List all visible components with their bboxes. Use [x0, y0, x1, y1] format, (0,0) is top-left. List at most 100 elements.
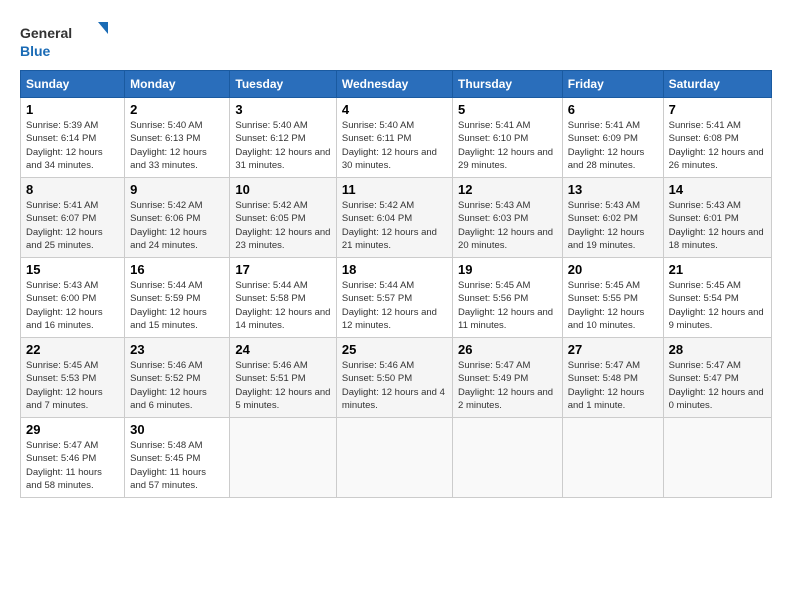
- weekday-header: Saturday: [663, 71, 771, 98]
- calendar-day-cell: 4 Sunrise: 5:40 AMSunset: 6:11 PMDayligh…: [336, 98, 452, 178]
- day-info: Sunrise: 5:40 AMSunset: 6:12 PMDaylight:…: [235, 120, 330, 171]
- day-info: Sunrise: 5:45 AMSunset: 5:53 PMDaylight:…: [26, 360, 103, 411]
- calendar-day-cell: 19 Sunrise: 5:45 AMSunset: 5:56 PMDaylig…: [453, 258, 563, 338]
- calendar-week-row: 22 Sunrise: 5:45 AMSunset: 5:53 PMDaylig…: [21, 338, 772, 418]
- calendar-week-row: 1 Sunrise: 5:39 AMSunset: 6:14 PMDayligh…: [21, 98, 772, 178]
- day-info: Sunrise: 5:45 AMSunset: 5:56 PMDaylight:…: [458, 280, 553, 331]
- calendar-day-cell: 22 Sunrise: 5:45 AMSunset: 5:53 PMDaylig…: [21, 338, 125, 418]
- weekday-header: Thursday: [453, 71, 563, 98]
- day-info: Sunrise: 5:46 AMSunset: 5:50 PMDaylight:…: [342, 360, 445, 411]
- calendar-day-cell: 7 Sunrise: 5:41 AMSunset: 6:08 PMDayligh…: [663, 98, 771, 178]
- calendar-week-row: 8 Sunrise: 5:41 AMSunset: 6:07 PMDayligh…: [21, 178, 772, 258]
- day-number: 10: [235, 182, 330, 197]
- page-header: General Blue: [20, 20, 772, 62]
- weekday-header: Monday: [125, 71, 230, 98]
- day-number: 21: [669, 262, 766, 277]
- calendar-day-cell: [336, 418, 452, 498]
- day-number: 17: [235, 262, 330, 277]
- general-blue-logo: General Blue: [20, 20, 110, 62]
- day-number: 15: [26, 262, 119, 277]
- calendar-day-cell: 21 Sunrise: 5:45 AMSunset: 5:54 PMDaylig…: [663, 258, 771, 338]
- calendar-day-cell: 20 Sunrise: 5:45 AMSunset: 5:55 PMDaylig…: [562, 258, 663, 338]
- calendar-day-cell: 26 Sunrise: 5:47 AMSunset: 5:49 PMDaylig…: [453, 338, 563, 418]
- day-number: 26: [458, 342, 557, 357]
- day-info: Sunrise: 5:47 AMSunset: 5:46 PMDaylight:…: [26, 440, 102, 491]
- day-info: Sunrise: 5:46 AMSunset: 5:52 PMDaylight:…: [130, 360, 207, 411]
- calendar-day-cell: 13 Sunrise: 5:43 AMSunset: 6:02 PMDaylig…: [562, 178, 663, 258]
- day-info: Sunrise: 5:45 AMSunset: 5:55 PMDaylight:…: [568, 280, 645, 331]
- calendar-day-cell: 1 Sunrise: 5:39 AMSunset: 6:14 PMDayligh…: [21, 98, 125, 178]
- calendar-day-cell: 30 Sunrise: 5:48 AMSunset: 5:45 PMDaylig…: [125, 418, 230, 498]
- day-number: 22: [26, 342, 119, 357]
- day-info: Sunrise: 5:40 AMSunset: 6:13 PMDaylight:…: [130, 120, 207, 171]
- weekday-header: Wednesday: [336, 71, 452, 98]
- day-number: 3: [235, 102, 330, 117]
- day-number: 29: [26, 422, 119, 437]
- day-info: Sunrise: 5:44 AMSunset: 5:59 PMDaylight:…: [130, 280, 207, 331]
- day-info: Sunrise: 5:42 AMSunset: 6:06 PMDaylight:…: [130, 200, 207, 251]
- day-number: 30: [130, 422, 224, 437]
- calendar-day-cell: 27 Sunrise: 5:47 AMSunset: 5:48 PMDaylig…: [562, 338, 663, 418]
- calendar-week-row: 29 Sunrise: 5:47 AMSunset: 5:46 PMDaylig…: [21, 418, 772, 498]
- logo: General Blue: [20, 20, 110, 62]
- calendar-day-cell: 18 Sunrise: 5:44 AMSunset: 5:57 PMDaylig…: [336, 258, 452, 338]
- day-info: Sunrise: 5:43 AMSunset: 6:03 PMDaylight:…: [458, 200, 553, 251]
- day-number: 28: [669, 342, 766, 357]
- weekday-header-row: SundayMondayTuesdayWednesdayThursdayFrid…: [21, 71, 772, 98]
- day-number: 25: [342, 342, 447, 357]
- day-number: 20: [568, 262, 658, 277]
- day-number: 11: [342, 182, 447, 197]
- day-info: Sunrise: 5:47 AMSunset: 5:47 PMDaylight:…: [669, 360, 764, 411]
- day-info: Sunrise: 5:44 AMSunset: 5:58 PMDaylight:…: [235, 280, 330, 331]
- calendar-table: SundayMondayTuesdayWednesdayThursdayFrid…: [20, 70, 772, 498]
- calendar-day-cell: 3 Sunrise: 5:40 AMSunset: 6:12 PMDayligh…: [230, 98, 336, 178]
- calendar-day-cell: 29 Sunrise: 5:47 AMSunset: 5:46 PMDaylig…: [21, 418, 125, 498]
- day-info: Sunrise: 5:39 AMSunset: 6:14 PMDaylight:…: [26, 120, 103, 171]
- calendar-week-row: 15 Sunrise: 5:43 AMSunset: 6:00 PMDaylig…: [21, 258, 772, 338]
- calendar-day-cell: [562, 418, 663, 498]
- day-info: Sunrise: 5:41 AMSunset: 6:10 PMDaylight:…: [458, 120, 553, 171]
- calendar-day-cell: 6 Sunrise: 5:41 AMSunset: 6:09 PMDayligh…: [562, 98, 663, 178]
- day-info: Sunrise: 5:43 AMSunset: 6:02 PMDaylight:…: [568, 200, 645, 251]
- day-info: Sunrise: 5:42 AMSunset: 6:05 PMDaylight:…: [235, 200, 330, 251]
- day-info: Sunrise: 5:40 AMSunset: 6:11 PMDaylight:…: [342, 120, 437, 171]
- day-number: 18: [342, 262, 447, 277]
- svg-text:General: General: [20, 25, 72, 41]
- day-number: 13: [568, 182, 658, 197]
- day-number: 12: [458, 182, 557, 197]
- calendar-day-cell: 24 Sunrise: 5:46 AMSunset: 5:51 PMDaylig…: [230, 338, 336, 418]
- day-info: Sunrise: 5:47 AMSunset: 5:49 PMDaylight:…: [458, 360, 553, 411]
- day-number: 2: [130, 102, 224, 117]
- calendar-day-cell: 16 Sunrise: 5:44 AMSunset: 5:59 PMDaylig…: [125, 258, 230, 338]
- calendar-day-cell: 5 Sunrise: 5:41 AMSunset: 6:10 PMDayligh…: [453, 98, 563, 178]
- day-number: 5: [458, 102, 557, 117]
- calendar-day-cell: 8 Sunrise: 5:41 AMSunset: 6:07 PMDayligh…: [21, 178, 125, 258]
- day-info: Sunrise: 5:44 AMSunset: 5:57 PMDaylight:…: [342, 280, 437, 331]
- day-info: Sunrise: 5:41 AMSunset: 6:08 PMDaylight:…: [669, 120, 764, 171]
- day-info: Sunrise: 5:43 AMSunset: 6:00 PMDaylight:…: [26, 280, 103, 331]
- day-number: 4: [342, 102, 447, 117]
- calendar-day-cell: [230, 418, 336, 498]
- day-number: 14: [669, 182, 766, 197]
- day-number: 27: [568, 342, 658, 357]
- day-number: 19: [458, 262, 557, 277]
- day-info: Sunrise: 5:47 AMSunset: 5:48 PMDaylight:…: [568, 360, 645, 411]
- day-number: 1: [26, 102, 119, 117]
- day-number: 8: [26, 182, 119, 197]
- day-info: Sunrise: 5:45 AMSunset: 5:54 PMDaylight:…: [669, 280, 764, 331]
- calendar-day-cell: [663, 418, 771, 498]
- day-info: Sunrise: 5:42 AMSunset: 6:04 PMDaylight:…: [342, 200, 437, 251]
- calendar-day-cell: 10 Sunrise: 5:42 AMSunset: 6:05 PMDaylig…: [230, 178, 336, 258]
- calendar-day-cell: [453, 418, 563, 498]
- svg-text:Blue: Blue: [20, 43, 51, 59]
- calendar-day-cell: 25 Sunrise: 5:46 AMSunset: 5:50 PMDaylig…: [336, 338, 452, 418]
- day-info: Sunrise: 5:43 AMSunset: 6:01 PMDaylight:…: [669, 200, 764, 251]
- weekday-header: Tuesday: [230, 71, 336, 98]
- day-info: Sunrise: 5:41 AMSunset: 6:09 PMDaylight:…: [568, 120, 645, 171]
- day-number: 23: [130, 342, 224, 357]
- calendar-day-cell: 2 Sunrise: 5:40 AMSunset: 6:13 PMDayligh…: [125, 98, 230, 178]
- calendar-day-cell: 15 Sunrise: 5:43 AMSunset: 6:00 PMDaylig…: [21, 258, 125, 338]
- day-info: Sunrise: 5:48 AMSunset: 5:45 PMDaylight:…: [130, 440, 206, 491]
- calendar-day-cell: 9 Sunrise: 5:42 AMSunset: 6:06 PMDayligh…: [125, 178, 230, 258]
- calendar-day-cell: 12 Sunrise: 5:43 AMSunset: 6:03 PMDaylig…: [453, 178, 563, 258]
